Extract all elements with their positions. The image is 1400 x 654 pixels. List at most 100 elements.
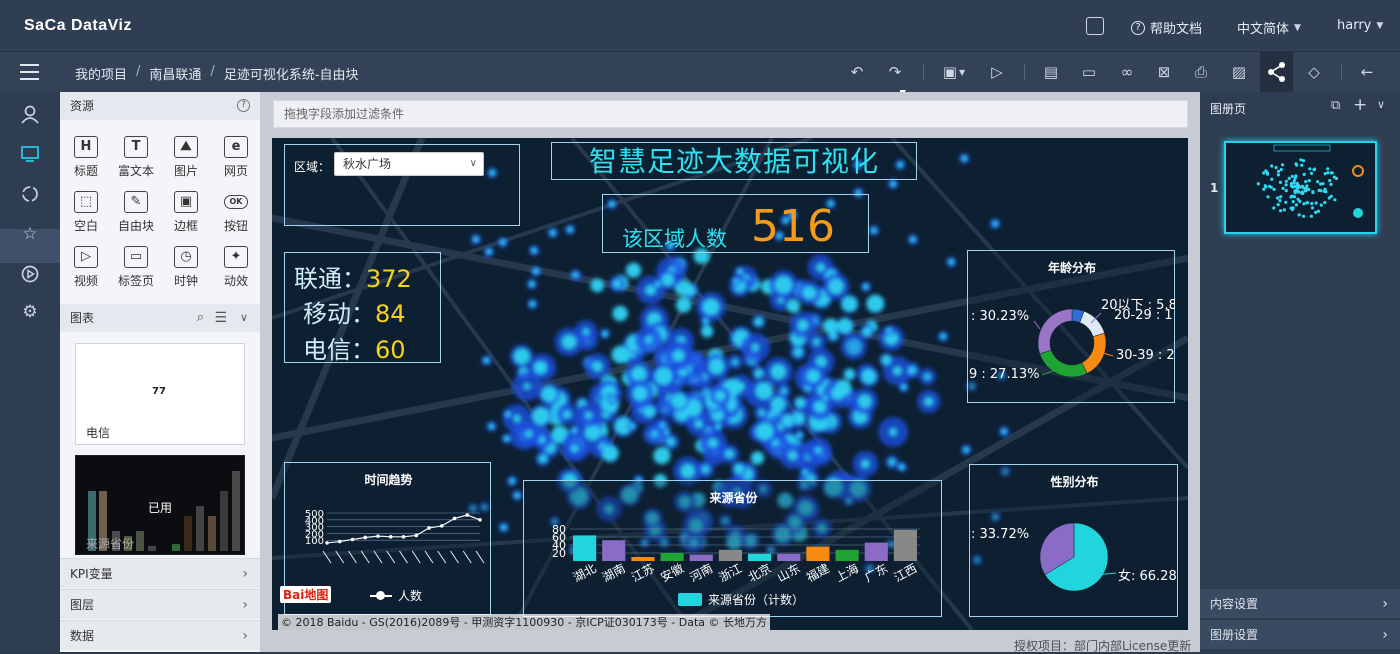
baidu-map-logo: Bai地图 [280,586,332,603]
page-thumbnail-preview [1256,144,1364,218]
component-9[interactable]: ▭ 标签页 [113,246,159,289]
share-button[interactable] [1260,52,1293,92]
heat-core [672,349,685,362]
chart-card-kpi[interactable]: 77 电信 [75,343,245,445]
component-7[interactable]: OK 按钮 [213,191,259,234]
document-icon[interactable]: ▤ [1040,62,1062,82]
chart-card-bars[interactable]: 已用 来源省份 [75,455,245,555]
thumb-dot [1294,162,1298,166]
component-10[interactable]: ◷ 时钟 [163,246,209,289]
province-bar-湖北 [573,535,597,561]
chevron-down-icon[interactable]: ∨ [240,304,248,332]
user-icon[interactable] [18,102,42,126]
chevron-down-icon: ∨ [469,158,477,169]
heat-core [737,268,743,274]
component-3[interactable]: e 网页 [213,136,259,179]
heat-core [861,369,877,384]
trend-series-line [326,514,481,544]
province-xtick: 浙江 [717,561,745,585]
component-6[interactable]: ▣ 边框 [163,191,209,234]
thumb-dot [1276,203,1280,207]
thumb-dot [1284,179,1288,183]
save-icon[interactable]: ▣ ▼ [938,62,970,82]
heat-core [797,319,809,331]
thumb-dot [1289,195,1293,199]
thumb-dot [1289,206,1293,210]
thumb-dot [1329,171,1333,175]
gear-icon[interactable]: ⚙ [18,300,42,324]
help-icon[interactable]: ? [237,99,250,112]
component-label: 图片 [173,164,198,178]
card-icon[interactable]: ▭ [1078,62,1100,82]
thumb-dot [1324,190,1328,194]
excel-icon[interactable]: ⊠ [1153,62,1175,82]
copy-page-icon[interactable]: ⧉ [1331,98,1340,113]
menu-icon[interactable] [20,64,39,80]
accordion-album-settings[interactable]: 图册设置 › [1200,619,1400,649]
accordion-data[interactable]: 数据 › [60,620,260,650]
component-1[interactable]: T 富文本 [113,136,159,179]
heat-core [901,384,907,390]
breadcrumb-item[interactable]: 南昌联通 [149,64,201,83]
app-logo[interactable]: SaCa DataViz [24,17,132,35]
thumb-dot [1264,185,1268,189]
play-circle-icon[interactable] [18,262,42,286]
language-dropdown[interactable]: 中文简体 ▼ [1237,18,1301,37]
heat-core [703,318,709,324]
chevron-right-icon: › [242,597,248,613]
trend-xtick [322,550,332,564]
accordion-layers[interactable]: 图层 › [60,589,260,619]
redo-icon[interactable]: ↷ [884,62,906,82]
component-4[interactable]: ⬚ 空白 [63,191,109,234]
thumb-dot [1328,179,1332,183]
tag-icon[interactable]: ◇ [1303,62,1325,82]
accordion-kpi[interactable]: KPI变量 › [60,558,260,588]
image-icon[interactable]: ▨ [1228,62,1250,82]
undo-icon[interactable]: ↶ [846,62,868,82]
preview-icon[interactable]: ▷ [986,62,1008,82]
province-bar-江苏 [631,557,655,561]
heat-core [715,390,726,401]
thumb-dot [1279,195,1283,199]
link-icon[interactable]: ∞ [1116,62,1138,82]
component-2[interactable]: ⛰ 图片 [163,136,209,179]
accordion-label: 图册设置 [1210,628,1259,642]
component-11[interactable]: ✦ 动效 [213,246,259,289]
component-8[interactable]: ▷ 视频 [63,246,109,289]
user-menu[interactable]: harry ▼ [1337,18,1383,33]
province-bar-广东 [864,542,888,561]
accordion-content-settings[interactable]: 内容设置 › [1200,588,1400,618]
component-5[interactable]: ✎ 自由块 [113,191,159,234]
top-bar: SaCa DataViz ? 帮助文档 中文简体 ▼ harry ▼ [0,0,1400,52]
star-icon[interactable]: ☆ [18,222,42,246]
chevron-right-icon: › [242,566,248,582]
refresh-circle-icon[interactable] [18,182,42,206]
back-arrow-icon[interactable]: ← [1356,62,1378,82]
album-title: 图册页 [1210,102,1247,116]
component-icon: ▷ [74,246,98,268]
heat-core [538,454,547,463]
thumb-dot [1272,187,1276,191]
list-icon[interactable]: ☰ [214,304,227,332]
heat-core [862,327,872,337]
page-thumbnail[interactable] [1224,141,1377,234]
add-page-icon[interactable]: + [1353,95,1367,115]
region-select[interactable]: 秋水广场 ∨ [334,152,484,176]
province-bar-福建 [806,546,830,561]
component-0[interactable]: H 标题 [63,136,109,179]
monitor-icon[interactable] [18,142,42,166]
pdf-icon[interactable]: ⎙ [1190,62,1212,82]
component-label: 按钮 [223,219,248,233]
external-link-icon[interactable] [1086,17,1104,35]
thumb-dot [1305,188,1309,192]
heat-core [858,394,872,409]
filter-drop-zone[interactable]: 拖拽字段添加过滤条件 [273,100,1188,128]
help-link[interactable]: ? 帮助文档 [1131,18,1202,37]
heat-core [654,367,673,385]
breadcrumb-item[interactable]: 我的项目 [75,64,127,83]
chevron-down-icon[interactable]: ∨ [1377,98,1385,111]
heat-core [828,278,844,295]
heat-core [701,465,710,474]
thumb-dot [1290,174,1294,178]
search-icon[interactable]: ⌕ [197,304,204,332]
